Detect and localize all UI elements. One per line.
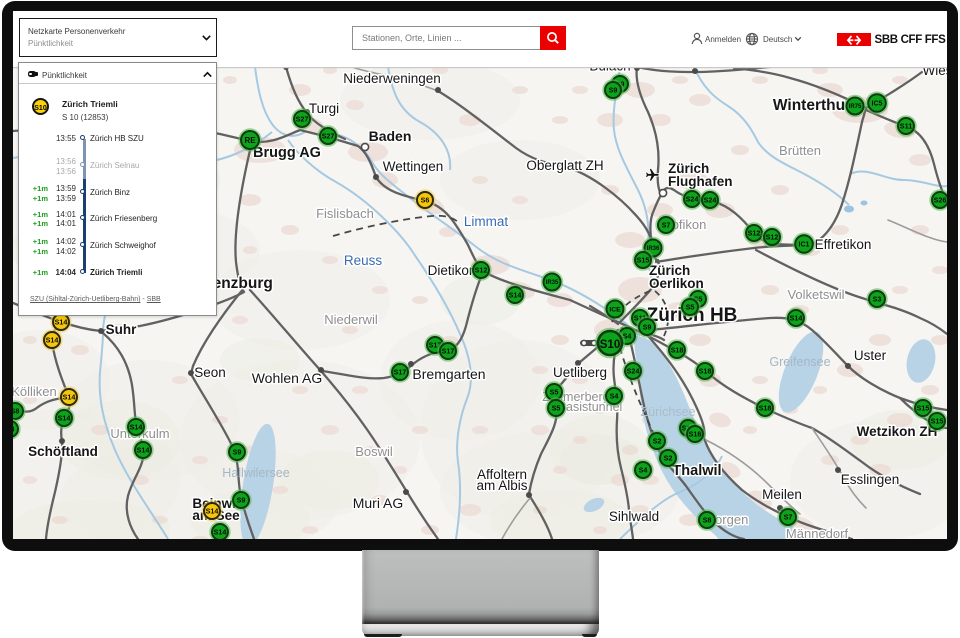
svg-text:Seon: Seon (194, 365, 226, 380)
svg-text:S2: S2 (653, 437, 662, 446)
svg-text:S12: S12 (475, 266, 488, 275)
svg-text:S9: S9 (233, 448, 242, 457)
svg-text:Volketswil: Volketswil (787, 287, 844, 302)
svg-text:S7: S7 (662, 221, 671, 230)
svg-text:Greifensee: Greifensee (769, 355, 830, 369)
svg-text:Schöftland: Schöftland (28, 444, 98, 459)
svg-text:Effretikon: Effretikon (815, 237, 872, 252)
svg-text:ICE: ICE (609, 306, 621, 313)
svg-text:IC1: IC1 (799, 242, 810, 249)
svg-text:Turgi: Turgi (309, 101, 339, 116)
svg-text:S24: S24 (704, 196, 717, 205)
svg-text:S8: S8 (13, 425, 14, 434)
svg-text:Suhr: Suhr (106, 322, 137, 337)
svg-text:S14: S14 (137, 446, 150, 455)
svg-text:Muri AG: Muri AG (353, 495, 404, 511)
svg-text:Wettingen: Wettingen (383, 159, 444, 174)
svg-text:Reuss: Reuss (344, 253, 383, 268)
svg-text:S7: S7 (784, 513, 793, 522)
svg-text:S14: S14 (790, 314, 803, 323)
svg-text:S5: S5 (686, 303, 695, 312)
svg-text:Niederweningen: Niederweningen (343, 71, 441, 86)
svg-text:S9: S9 (237, 496, 246, 505)
svg-text:S11: S11 (900, 122, 912, 131)
svg-text:Wetzikon ZH: Wetzikon ZH (857, 424, 938, 439)
svg-text:S6: S6 (421, 196, 430, 205)
svg-text:S24: S24 (627, 367, 640, 376)
svg-text:Brütten: Brütten (779, 143, 821, 158)
svg-text:S9: S9 (643, 323, 652, 332)
svg-text:Uster: Uster (854, 348, 887, 363)
svg-text:S14: S14 (206, 507, 219, 516)
svg-text:IR75: IR75 (849, 104, 862, 110)
svg-text:S14: S14 (55, 318, 68, 327)
svg-text:S10: S10 (600, 339, 620, 351)
svg-text:S9: S9 (609, 86, 618, 95)
svg-text:S2: S2 (664, 454, 673, 463)
svg-text:S18: S18 (699, 367, 712, 376)
svg-text:S26: S26 (934, 196, 947, 205)
svg-text:Baden: Baden (369, 128, 412, 144)
svg-text:S15: S15 (637, 256, 650, 265)
svg-text:Thalwil: Thalwil (672, 463, 721, 479)
svg-text:Wohlen AG: Wohlen AG (252, 370, 323, 386)
svg-text:IR35: IR35 (546, 280, 559, 286)
svg-text:Winterthur: Winterthur (773, 97, 851, 114)
svg-text:S14: S14 (58, 414, 71, 423)
svg-text:Oberglatt ZH: Oberglatt ZH (526, 158, 603, 173)
svg-text:Boswil: Boswil (355, 444, 393, 459)
svg-text:Hallwilersee: Hallwilersee (222, 466, 289, 480)
svg-text:am Albis: am Albis (476, 478, 527, 493)
svg-text:S17: S17 (442, 347, 455, 356)
svg-text:S8: S8 (703, 516, 712, 525)
svg-text:Flughafen: Flughafen (668, 174, 733, 189)
svg-text:Zürichsee: Zürichsee (641, 405, 696, 419)
svg-text:S18: S18 (759, 404, 772, 413)
svg-text:Uetliberg: Uetliberg (553, 365, 607, 380)
svg-text:Fislisbach: Fislisbach (316, 206, 374, 221)
svg-text:Wiesen: Wiesen (922, 67, 947, 78)
svg-text:S12: S12 (748, 229, 761, 238)
svg-text:Bremgarten: Bremgarten (412, 366, 485, 382)
svg-text:IC5: IC5 (872, 101, 883, 108)
svg-text:S27: S27 (322, 132, 335, 141)
svg-text:Esslingen: Esslingen (841, 472, 900, 487)
svg-text:S14: S14 (63, 393, 76, 402)
svg-text:Meilen: Meilen (762, 487, 802, 502)
svg-text:S5: S5 (550, 388, 559, 397)
svg-text:S15: S15 (917, 404, 930, 413)
svg-text:Männedorf: Männedorf (786, 526, 849, 539)
svg-text:S14: S14 (130, 423, 143, 432)
svg-text:S14: S14 (509, 291, 522, 300)
svg-text:S8: S8 (13, 407, 19, 416)
svg-text:S3: S3 (873, 295, 882, 304)
svg-text:S18: S18 (671, 346, 684, 355)
svg-text:S16: S16 (689, 430, 702, 439)
svg-text:Kölliken: Kölliken (13, 384, 57, 399)
svg-text:S15: S15 (931, 417, 944, 426)
svg-text:S5: S5 (552, 404, 561, 413)
svg-text:S14: S14 (46, 336, 59, 345)
svg-text:S4: S4 (610, 392, 619, 401)
svg-text:Limmat: Limmat (464, 214, 509, 229)
svg-text:S14: S14 (214, 528, 227, 537)
svg-text:Sihlwald: Sihlwald (609, 509, 659, 524)
svg-text:S24: S24 (686, 195, 699, 204)
svg-text:Brugg AG: Brugg AG (253, 145, 321, 161)
svg-text:S12: S12 (766, 233, 779, 242)
svg-text:S17: S17 (394, 368, 407, 377)
svg-text:Dietikon: Dietikon (428, 263, 477, 278)
svg-text:RE: RE (244, 136, 256, 145)
svg-text:S4: S4 (639, 466, 648, 475)
svg-text:Niederwil: Niederwil (324, 312, 378, 327)
svg-text:S27: S27 (296, 115, 309, 124)
